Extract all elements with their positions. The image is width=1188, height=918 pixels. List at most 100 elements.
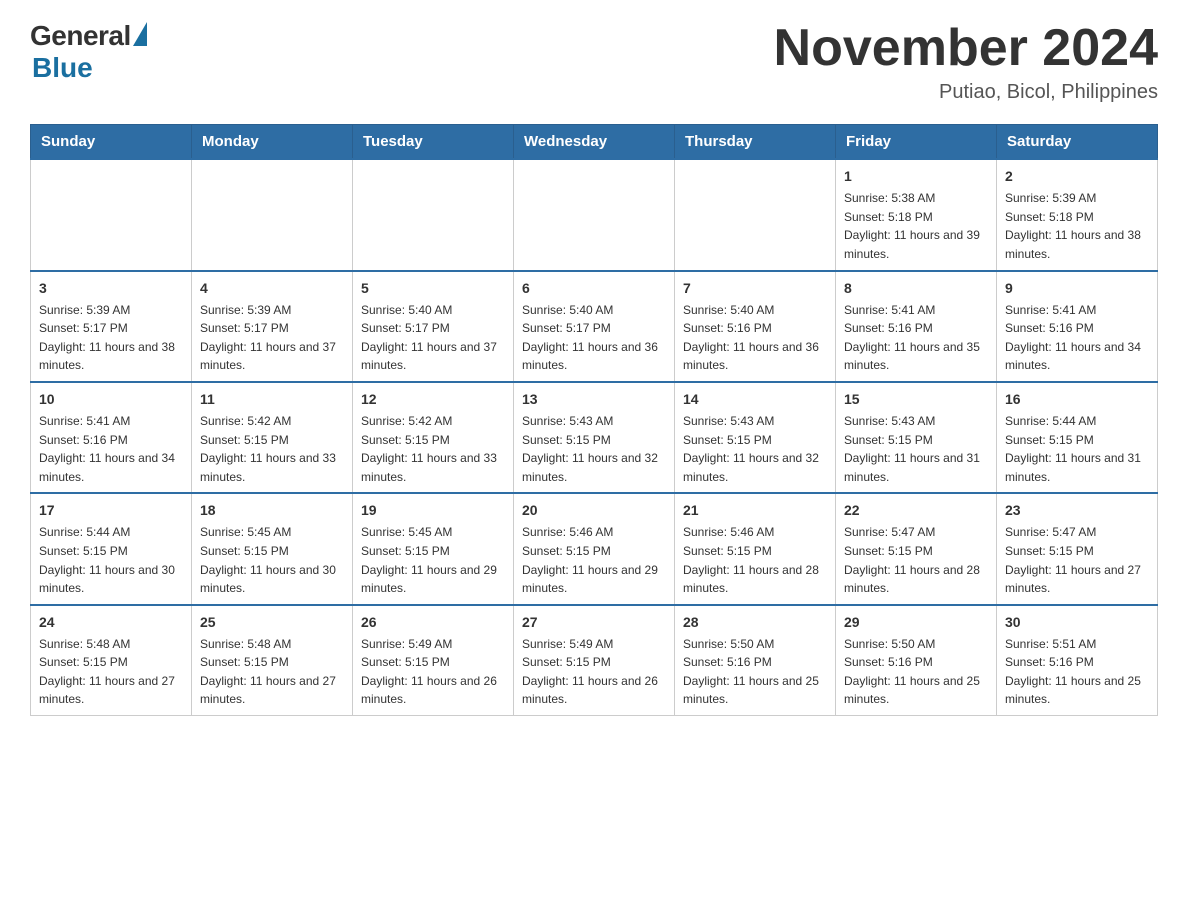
calendar-cell: 10Sunrise: 5:41 AM Sunset: 5:16 PM Dayli… <box>31 382 192 493</box>
cell-info: Sunrise: 5:41 AM Sunset: 5:16 PM Dayligh… <box>844 301 988 375</box>
day-number: 28 <box>683 612 827 633</box>
calendar-cell: 29Sunrise: 5:50 AM Sunset: 5:16 PM Dayli… <box>836 605 997 716</box>
day-number: 7 <box>683 278 827 299</box>
day-number: 22 <box>844 500 988 521</box>
calendar-cell: 16Sunrise: 5:44 AM Sunset: 5:15 PM Dayli… <box>997 382 1158 493</box>
day-number: 12 <box>361 389 505 410</box>
cell-info: Sunrise: 5:48 AM Sunset: 5:15 PM Dayligh… <box>200 635 344 709</box>
calendar-cell: 11Sunrise: 5:42 AM Sunset: 5:15 PM Dayli… <box>192 382 353 493</box>
day-number: 4 <box>200 278 344 299</box>
calendar-cell <box>675 159 836 270</box>
day-number: 6 <box>522 278 666 299</box>
day-number: 10 <box>39 389 183 410</box>
day-number: 9 <box>1005 278 1149 299</box>
cell-info: Sunrise: 5:39 AM Sunset: 5:17 PM Dayligh… <box>39 301 183 375</box>
cell-info: Sunrise: 5:49 AM Sunset: 5:15 PM Dayligh… <box>361 635 505 709</box>
cell-info: Sunrise: 5:41 AM Sunset: 5:16 PM Dayligh… <box>1005 301 1149 375</box>
day-number: 29 <box>844 612 988 633</box>
day-number: 17 <box>39 500 183 521</box>
day-number: 23 <box>1005 500 1149 521</box>
cell-info: Sunrise: 5:47 AM Sunset: 5:15 PM Dayligh… <box>844 523 988 597</box>
day-number: 30 <box>1005 612 1149 633</box>
cell-info: Sunrise: 5:48 AM Sunset: 5:15 PM Dayligh… <box>39 635 183 709</box>
calendar-cell: 27Sunrise: 5:49 AM Sunset: 5:15 PM Dayli… <box>514 605 675 716</box>
calendar-table: SundayMondayTuesdayWednesdayThursdayFrid… <box>30 124 1158 716</box>
cell-info: Sunrise: 5:45 AM Sunset: 5:15 PM Dayligh… <box>200 523 344 597</box>
calendar-cell <box>31 159 192 270</box>
month-title: November 2024 <box>774 20 1158 77</box>
cell-info: Sunrise: 5:44 AM Sunset: 5:15 PM Dayligh… <box>1005 412 1149 486</box>
calendar-cell: 24Sunrise: 5:48 AM Sunset: 5:15 PM Dayli… <box>31 605 192 716</box>
cell-info: Sunrise: 5:46 AM Sunset: 5:15 PM Dayligh… <box>683 523 827 597</box>
calendar-cell: 17Sunrise: 5:44 AM Sunset: 5:15 PM Dayli… <box>31 493 192 604</box>
calendar-cell: 12Sunrise: 5:42 AM Sunset: 5:15 PM Dayli… <box>353 382 514 493</box>
calendar-cell: 7Sunrise: 5:40 AM Sunset: 5:16 PM Daylig… <box>675 271 836 382</box>
location-subtitle: Putiao, Bicol, Philippines <box>774 81 1158 104</box>
cell-info: Sunrise: 5:43 AM Sunset: 5:15 PM Dayligh… <box>844 412 988 486</box>
cell-info: Sunrise: 5:50 AM Sunset: 5:16 PM Dayligh… <box>844 635 988 709</box>
calendar-cell: 19Sunrise: 5:45 AM Sunset: 5:15 PM Dayli… <box>353 493 514 604</box>
calendar-cell: 22Sunrise: 5:47 AM Sunset: 5:15 PM Dayli… <box>836 493 997 604</box>
week-row-1: 1Sunrise: 5:38 AM Sunset: 5:18 PM Daylig… <box>31 159 1158 270</box>
weekday-header-row: SundayMondayTuesdayWednesdayThursdayFrid… <box>31 125 1158 160</box>
week-row-2: 3Sunrise: 5:39 AM Sunset: 5:17 PM Daylig… <box>31 271 1158 382</box>
day-number: 14 <box>683 389 827 410</box>
cell-info: Sunrise: 5:39 AM Sunset: 5:18 PM Dayligh… <box>1005 189 1149 263</box>
cell-info: Sunrise: 5:50 AM Sunset: 5:16 PM Dayligh… <box>683 635 827 709</box>
cell-info: Sunrise: 5:43 AM Sunset: 5:15 PM Dayligh… <box>683 412 827 486</box>
calendar-cell: 20Sunrise: 5:46 AM Sunset: 5:15 PM Dayli… <box>514 493 675 604</box>
day-number: 27 <box>522 612 666 633</box>
day-number: 3 <box>39 278 183 299</box>
calendar-cell: 2Sunrise: 5:39 AM Sunset: 5:18 PM Daylig… <box>997 159 1158 270</box>
cell-info: Sunrise: 5:40 AM Sunset: 5:16 PM Dayligh… <box>683 301 827 375</box>
calendar-cell <box>353 159 514 270</box>
day-number: 24 <box>39 612 183 633</box>
day-number: 21 <box>683 500 827 521</box>
calendar-cell: 13Sunrise: 5:43 AM Sunset: 5:15 PM Dayli… <box>514 382 675 493</box>
calendar-cell: 6Sunrise: 5:40 AM Sunset: 5:17 PM Daylig… <box>514 271 675 382</box>
calendar-cell: 9Sunrise: 5:41 AM Sunset: 5:16 PM Daylig… <box>997 271 1158 382</box>
cell-info: Sunrise: 5:51 AM Sunset: 5:16 PM Dayligh… <box>1005 635 1149 709</box>
day-number: 19 <box>361 500 505 521</box>
day-number: 16 <box>1005 389 1149 410</box>
weekday-header-monday: Monday <box>192 125 353 160</box>
calendar-cell: 15Sunrise: 5:43 AM Sunset: 5:15 PM Dayli… <box>836 382 997 493</box>
day-number: 8 <box>844 278 988 299</box>
day-number: 5 <box>361 278 505 299</box>
calendar-cell: 4Sunrise: 5:39 AM Sunset: 5:17 PM Daylig… <box>192 271 353 382</box>
cell-info: Sunrise: 5:41 AM Sunset: 5:16 PM Dayligh… <box>39 412 183 486</box>
logo-general-text: General <box>30 20 131 52</box>
weekday-header-wednesday: Wednesday <box>514 125 675 160</box>
calendar-cell: 18Sunrise: 5:45 AM Sunset: 5:15 PM Dayli… <box>192 493 353 604</box>
calendar-cell <box>514 159 675 270</box>
cell-info: Sunrise: 5:45 AM Sunset: 5:15 PM Dayligh… <box>361 523 505 597</box>
weekday-header-thursday: Thursday <box>675 125 836 160</box>
week-row-4: 17Sunrise: 5:44 AM Sunset: 5:15 PM Dayli… <box>31 493 1158 604</box>
cell-info: Sunrise: 5:46 AM Sunset: 5:15 PM Dayligh… <box>522 523 666 597</box>
logo: General Blue <box>30 20 147 84</box>
cell-info: Sunrise: 5:49 AM Sunset: 5:15 PM Dayligh… <box>522 635 666 709</box>
day-number: 26 <box>361 612 505 633</box>
day-number: 13 <box>522 389 666 410</box>
weekday-header-friday: Friday <box>836 125 997 160</box>
calendar-cell: 25Sunrise: 5:48 AM Sunset: 5:15 PM Dayli… <box>192 605 353 716</box>
cell-info: Sunrise: 5:44 AM Sunset: 5:15 PM Dayligh… <box>39 523 183 597</box>
calendar-cell: 30Sunrise: 5:51 AM Sunset: 5:16 PM Dayli… <box>997 605 1158 716</box>
title-area: November 2024 Putiao, Bicol, Philippines <box>774 20 1158 104</box>
page-header: General Blue November 2024 Putiao, Bicol… <box>30 20 1158 104</box>
logo-triangle-icon <box>133 22 147 46</box>
calendar-cell: 23Sunrise: 5:47 AM Sunset: 5:15 PM Dayli… <box>997 493 1158 604</box>
week-row-3: 10Sunrise: 5:41 AM Sunset: 5:16 PM Dayli… <box>31 382 1158 493</box>
weekday-header-saturday: Saturday <box>997 125 1158 160</box>
day-number: 20 <box>522 500 666 521</box>
calendar-cell: 14Sunrise: 5:43 AM Sunset: 5:15 PM Dayli… <box>675 382 836 493</box>
calendar-cell: 21Sunrise: 5:46 AM Sunset: 5:15 PM Dayli… <box>675 493 836 604</box>
week-row-5: 24Sunrise: 5:48 AM Sunset: 5:15 PM Dayli… <box>31 605 1158 716</box>
calendar-cell: 3Sunrise: 5:39 AM Sunset: 5:17 PM Daylig… <box>31 271 192 382</box>
cell-info: Sunrise: 5:42 AM Sunset: 5:15 PM Dayligh… <box>361 412 505 486</box>
cell-info: Sunrise: 5:38 AM Sunset: 5:18 PM Dayligh… <box>844 189 988 263</box>
cell-info: Sunrise: 5:43 AM Sunset: 5:15 PM Dayligh… <box>522 412 666 486</box>
day-number: 2 <box>1005 166 1149 187</box>
cell-info: Sunrise: 5:40 AM Sunset: 5:17 PM Dayligh… <box>522 301 666 375</box>
calendar-cell: 5Sunrise: 5:40 AM Sunset: 5:17 PM Daylig… <box>353 271 514 382</box>
